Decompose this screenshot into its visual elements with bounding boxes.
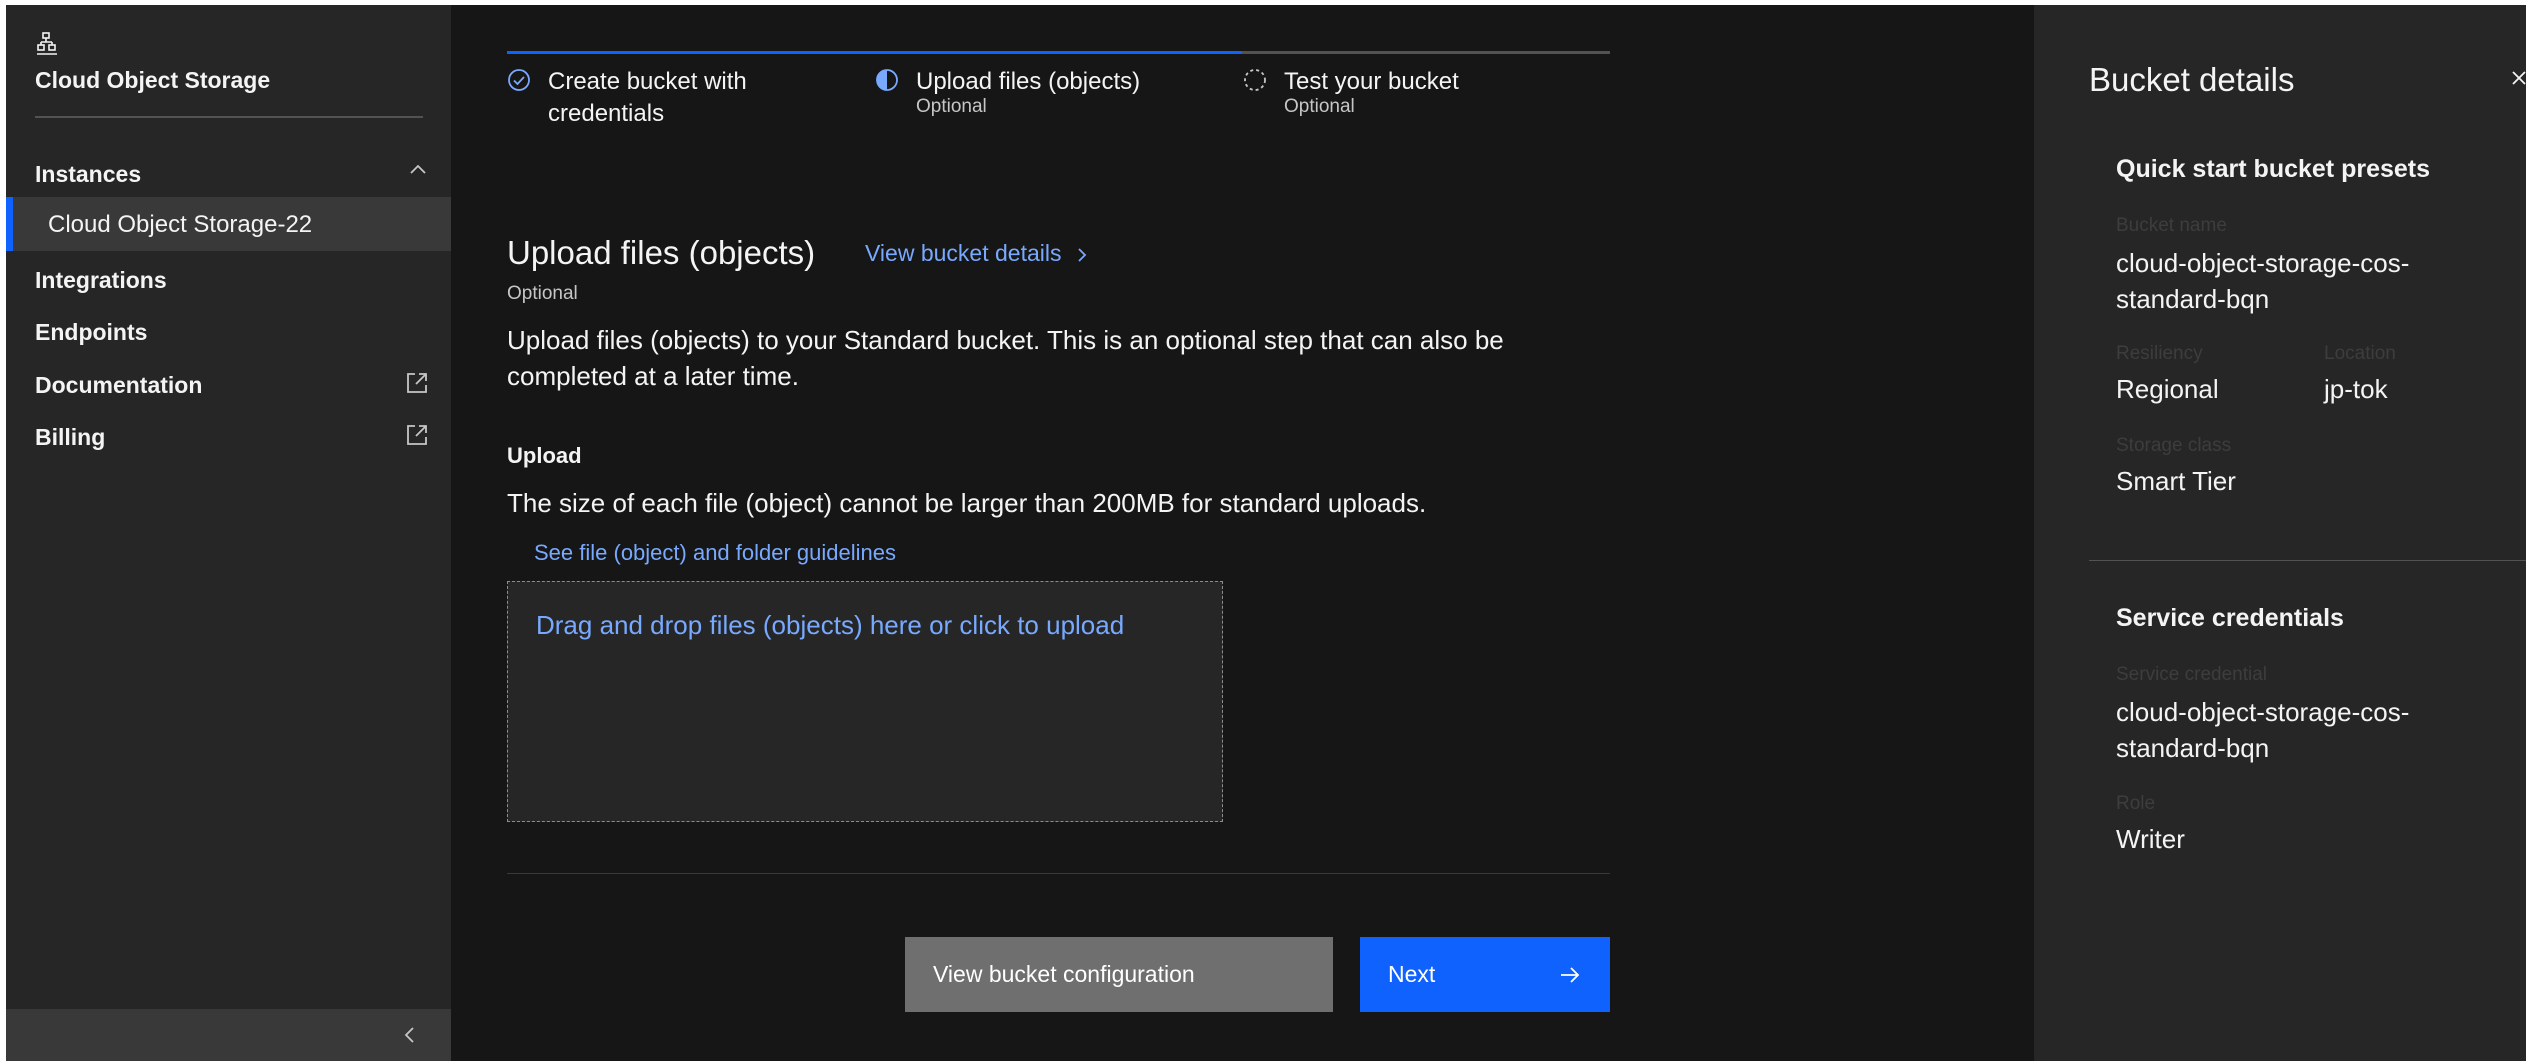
link-label: View bucket details (865, 240, 1062, 266)
optional-tag: Optional (507, 283, 578, 304)
location-label: Location (2324, 343, 2396, 364)
chevron-up-icon[interactable] (407, 159, 429, 181)
credentials-section-heading: Service credentials (2116, 604, 2344, 632)
presets-section-heading: Quick start bucket presets (2116, 155, 2431, 183)
arrow-right-icon (1561, 967, 1580, 983)
sidebar-item-billing[interactable]: Billing (35, 424, 105, 451)
chevron-right-icon (1078, 248, 1087, 262)
sidebar-item-endpoints[interactable]: Endpoints (35, 319, 147, 346)
sidebar-item-instances[interactable]: Instances (35, 161, 141, 188)
sidebar-item-cloud-object-storage-22[interactable]: Cloud Object Storage-22 (6, 197, 451, 251)
progress-line-complete (507, 51, 1242, 54)
size-note: The size of each file (object) cannot be… (507, 488, 1427, 518)
selected-indicator (6, 197, 13, 251)
launch-icon (407, 425, 427, 445)
location-value: jp-tok (2324, 374, 2388, 404)
bucket-name-label: Bucket name (2116, 215, 2227, 236)
service-credential-label: Service credential (2116, 664, 2268, 685)
sidebar-footer (6, 1009, 451, 1061)
sidebar-title: Cloud Object Storage (35, 67, 271, 93)
content-divider (507, 873, 1610, 874)
cloud-object-storage-icon (37, 32, 57, 55)
service-credential-value: cloud-object-storage-cos-standard-bqn (2116, 697, 2410, 763)
close-icon[interactable] (2508, 67, 2526, 89)
progress-line-incomplete (1242, 51, 1610, 54)
guidelines-link[interactable]: See file (object) and folder guidelines (534, 540, 896, 566)
bucket-name-value: cloud-object-storage-cos-standard-bqn (2116, 248, 2410, 314)
sidebar: Cloud Object Storage Instances Cloud Obj… (6, 5, 451, 1061)
upload-heading: Upload (507, 443, 582, 468)
launch-icon (407, 373, 427, 393)
view-bucket-details-link[interactable]: View bucket details (865, 240, 1089, 267)
chevron-left-icon[interactable] (399, 1024, 421, 1046)
step-sublabel: Optional (1284, 96, 1355, 117)
description: Upload files (objects) to your Standard … (507, 325, 1504, 391)
button-label: Next (1388, 961, 1436, 987)
step-label: Test your bucket (1284, 68, 1459, 95)
panel-divider (2089, 560, 2526, 561)
dropzone-text: Drag and drop files (objects) here or cl… (536, 610, 1125, 640)
resiliency-label: Resiliency (2116, 343, 2203, 364)
panel-title: Bucket details (2089, 61, 2295, 98)
bucket-details-panel: Bucket details Quick start bucket preset… (2034, 5, 2526, 1061)
sidebar-item-integrations[interactable]: Integrations (35, 267, 167, 294)
half-circle-icon (876, 69, 898, 91)
file-dropzone[interactable]: Drag and drop files (objects) here or cl… (507, 581, 1223, 822)
step-label: Upload files (objects) (916, 68, 1141, 95)
checkmark-outline-icon (508, 69, 530, 91)
resiliency-value: Regional (2116, 374, 2219, 404)
dashed-circle-icon (1244, 69, 1266, 91)
storage-class-label: Storage class (2116, 435, 2232, 456)
next-button[interactable]: Next (1360, 937, 1610, 1012)
role-value: Writer (2116, 824, 2185, 854)
button-label: View bucket configuration (933, 961, 1195, 987)
sidebar-item-documentation[interactable]: Documentation (35, 372, 202, 399)
step-sublabel: Optional (916, 96, 987, 117)
view-bucket-configuration-button[interactable]: View bucket configuration (905, 937, 1333, 1012)
sidebar-divider (35, 116, 423, 118)
step-label: Create bucket with credentials (548, 68, 747, 127)
role-label: Role (2116, 793, 2156, 814)
sidebar-item-label: Cloud Object Storage-22 (48, 211, 313, 238)
storage-class-value: Smart Tier (2116, 466, 2236, 496)
page-title: Upload files (objects) (507, 234, 816, 271)
